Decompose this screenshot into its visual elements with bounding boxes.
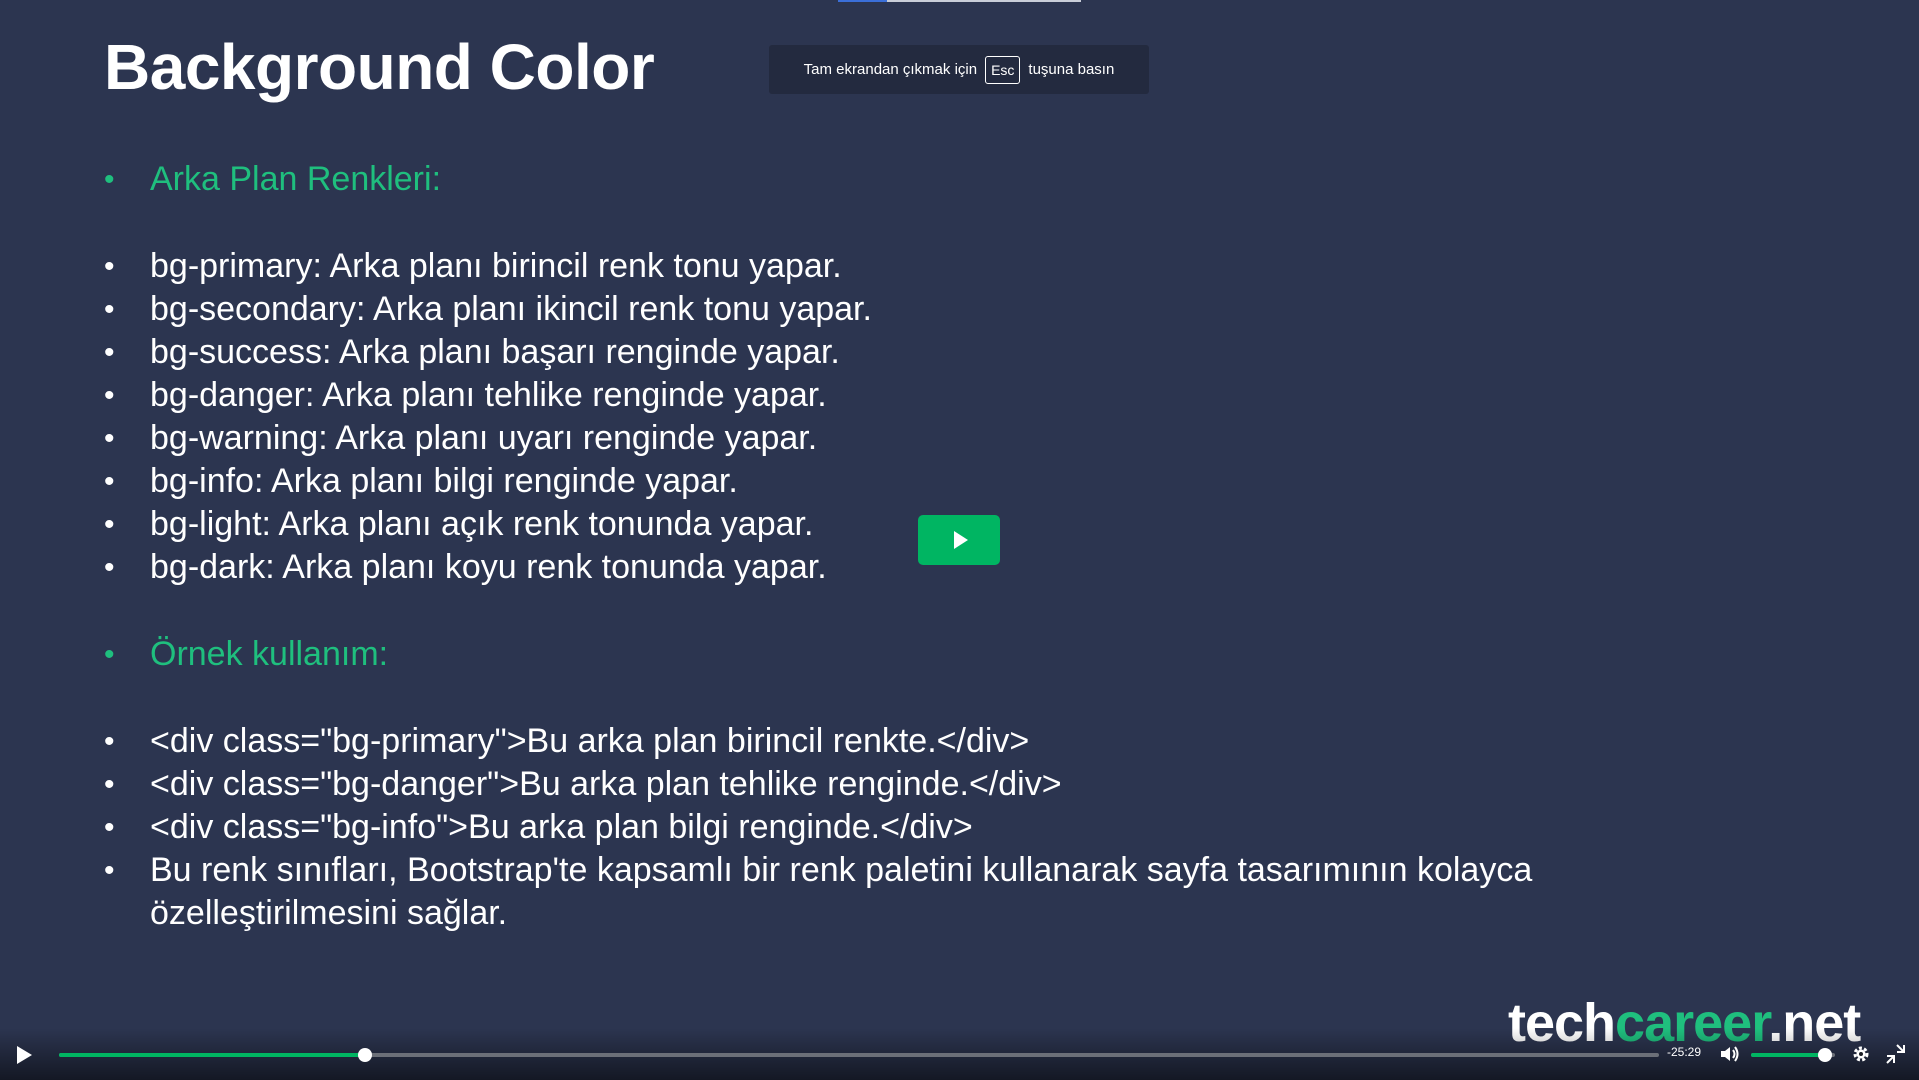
video-stage[interactable]: Background Color Tam ekrandan çıkmak içi… bbox=[0, 0, 1919, 1080]
slide-title: Background Color bbox=[104, 31, 655, 103]
class-list-item: bg-warning: Arka planı uyarı renginde ya… bbox=[104, 417, 872, 460]
example-list-item: <div class="bg-info">Bu arka plan bilgi … bbox=[104, 806, 1664, 849]
top-progress-bar bbox=[838, 0, 1081, 2]
volume-slider-fill bbox=[1751, 1053, 1825, 1057]
example-list-item: <div class="bg-primary">Bu arka plan bir… bbox=[104, 720, 1664, 763]
play-icon bbox=[954, 531, 968, 549]
example-list: <div class="bg-primary">Bu arka plan bir… bbox=[104, 720, 1664, 935]
section-heading-list: Arka Plan Renkleri: bbox=[104, 158, 441, 201]
section-heading-colors: Arka Plan Renkleri: bbox=[104, 158, 441, 201]
class-list-item: bg-danger: Arka planı tehlike renginde y… bbox=[104, 374, 872, 417]
fullscreen-notice: Tam ekrandan çıkmak için Esc tuşuna bası… bbox=[769, 45, 1149, 94]
volume-slider-handle[interactable] bbox=[1817, 1048, 1832, 1062]
class-list-item: bg-secondary: Arka planı ikincil renk to… bbox=[104, 288, 872, 331]
section-heading-example: Örnek kullanım: bbox=[104, 633, 388, 676]
seek-bar-handle[interactable] bbox=[357, 1048, 372, 1062]
seek-bar-fill bbox=[59, 1053, 365, 1057]
seek-bar[interactable] bbox=[59, 1048, 1659, 1062]
exit-fullscreen-icon[interactable] bbox=[1884, 1043, 1906, 1065]
example-list-item: Bu renk sınıfları, Bootstrap'te kapsamlı… bbox=[104, 849, 1664, 935]
class-list-item: bg-info: Arka planı bilgi renginde yapar… bbox=[104, 460, 872, 503]
class-list-item: bg-dark: Arka planı koyu renk tonunda ya… bbox=[104, 546, 872, 589]
fullscreen-notice-text-after: tuşuna basın bbox=[1028, 61, 1115, 78]
gear-icon[interactable] bbox=[1850, 1043, 1872, 1065]
volume-icon[interactable] bbox=[1718, 1043, 1740, 1065]
example-list-item: <div class="bg-danger">Bu arka plan tehl… bbox=[104, 763, 1664, 806]
class-list-item: bg-light: Arka planı açık renk tonunda y… bbox=[104, 503, 872, 546]
section-heading-list: Örnek kullanım: bbox=[104, 633, 388, 676]
fullscreen-notice-text-before: Tam ekrandan çıkmak için bbox=[803, 61, 978, 78]
esc-key-badge: Esc bbox=[985, 55, 1021, 84]
class-list-item: bg-success: Arka planı başarı renginde y… bbox=[104, 331, 872, 374]
class-list: bg-primary: Arka planı birincil renk ton… bbox=[104, 245, 872, 589]
time-remaining: -25:29 bbox=[1667, 1045, 1702, 1059]
class-list-item: bg-primary: Arka planı birincil renk ton… bbox=[104, 245, 872, 288]
play-icon[interactable] bbox=[17, 1046, 32, 1064]
volume-slider[interactable] bbox=[1751, 1048, 1835, 1062]
center-play-button[interactable] bbox=[918, 515, 1000, 565]
top-progress-fill bbox=[838, 0, 887, 2]
player-controls: -25:29 bbox=[0, 1028, 1919, 1080]
